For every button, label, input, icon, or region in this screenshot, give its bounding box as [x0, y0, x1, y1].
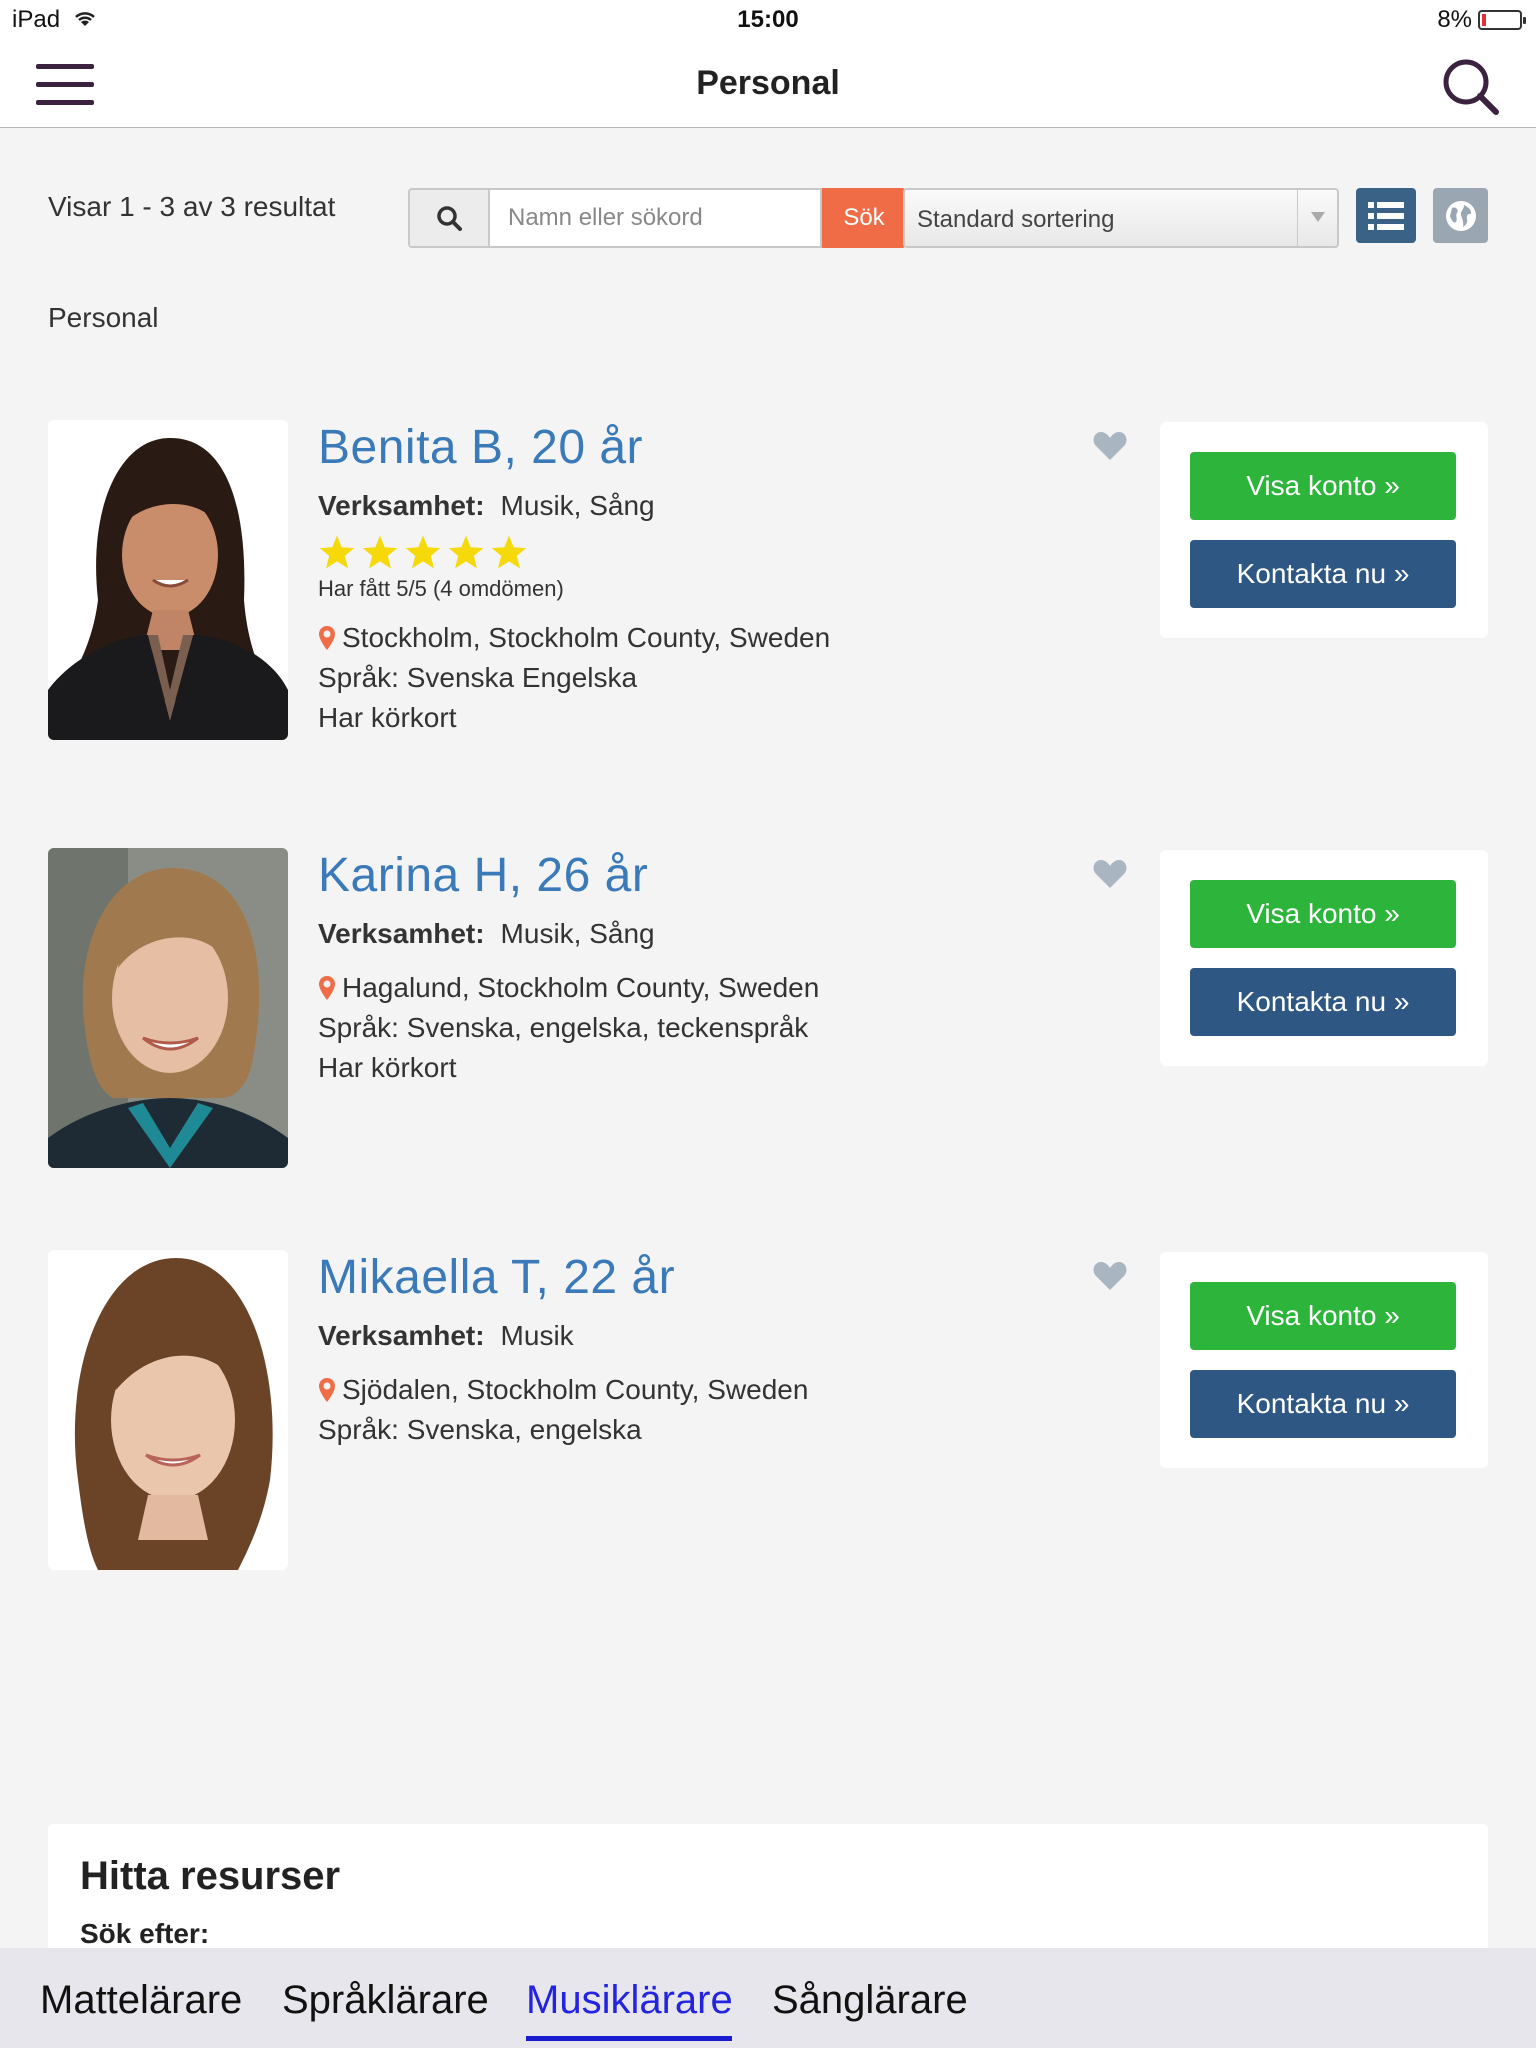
profile-photo[interactable] [48, 1250, 288, 1570]
profile-name-link[interactable]: Mikaella T, 22 år [318, 1250, 1118, 1310]
profile-name-link[interactable]: Karina H, 26 år [318, 848, 1118, 908]
tab-mattelarare[interactable]: Mattelärare [40, 1978, 242, 2023]
active-tab-indicator [526, 2036, 732, 2041]
contact-button[interactable]: Kontakta nu » [1190, 1370, 1456, 1438]
search-icon[interactable] [1438, 54, 1502, 118]
profile-info: Benita B, 20 år Verksamhet: Musik, Sång H… [318, 420, 1118, 738]
location-text: Stockholm, Stockholm County, Sweden [342, 622, 831, 653]
rating-stars [318, 530, 1118, 574]
search-button[interactable]: Sök [822, 188, 906, 248]
chevron-down-icon [1297, 190, 1337, 246]
profile-info: Karina H, 26 år Verksamhet: Musik, Sång H… [318, 848, 1118, 1088]
verksamhet-value: Musik, Sång [500, 490, 655, 521]
license-text: Har körkort [318, 1052, 457, 1083]
section-label: Personal [48, 302, 159, 333]
tab-sanglarare[interactable]: Sånglärare [772, 1978, 968, 2023]
page-title: Personal [696, 64, 840, 102]
verksamhet-row: Verksamhet: Musik, Sång [318, 486, 1118, 526]
location-row: Sjödalen, Stockholm County, Sweden [318, 1370, 1118, 1410]
verksamhet-label: Verksamhet: [318, 918, 485, 949]
tab-spraklarare[interactable]: Språklärare [282, 1978, 489, 2023]
battery-icon [1478, 10, 1526, 30]
verksamhet-row: Verksamhet: Musik, Sång [318, 914, 1118, 954]
search-input[interactable] [490, 188, 822, 248]
clock: 15:00 [737, 6, 799, 33]
view-account-button[interactable]: Visa konto » [1190, 880, 1456, 948]
view-account-button[interactable]: Visa konto » [1190, 452, 1456, 520]
map-pin-icon [319, 1378, 335, 1402]
location-text: Sjödalen, Stockholm County, Sweden [342, 1374, 809, 1405]
location-text: Hagalund, Stockholm County, Sweden [342, 972, 820, 1003]
contact-button[interactable]: Kontakta nu » [1190, 540, 1456, 608]
search-icon[interactable] [408, 188, 490, 248]
heart-icon[interactable] [1092, 430, 1128, 462]
list-view-icon[interactable] [1356, 188, 1416, 243]
language-text: Språk: Svenska, engelska [318, 1414, 642, 1445]
action-card: Visa konto » Kontakta nu » [1160, 1252, 1488, 1468]
location-row: Stockholm, Stockholm County, Sweden [318, 618, 1118, 658]
nav-bar: Personal [0, 40, 1536, 128]
star-icon [448, 535, 484, 569]
rating-text: Har fått 5/5 (4 omdömen) [318, 576, 564, 601]
profile-photo[interactable] [48, 848, 288, 1168]
verksamhet-row: Verksamhet: Musik [318, 1316, 1118, 1356]
verksamhet-label: Verksamhet: [318, 1320, 485, 1351]
tab-musiklarare[interactable]: Musiklärare [526, 1978, 733, 2023]
sort-selected-value: Standard sortering [917, 206, 1115, 233]
search-group: Sök [408, 188, 906, 248]
battery-percent: 8% [1437, 6, 1472, 33]
find-resources-search-label: Sök efter: [80, 1918, 210, 1949]
contact-button[interactable]: Kontakta nu » [1190, 968, 1456, 1036]
profile-info: Mikaella T, 22 år Verksamhet: Musik Sjöda… [318, 1250, 1118, 1450]
action-card: Visa konto » Kontakta nu » [1160, 850, 1488, 1066]
license-text: Har körkort [318, 702, 457, 733]
language-text: Språk: Svenska, engelska, teckenspråk [318, 1012, 809, 1043]
location-row: Hagalund, Stockholm County, Sweden [318, 968, 1118, 1008]
star-icon [362, 535, 398, 569]
find-resources-title: Hitta resurser [80, 1854, 341, 1898]
star-icon [319, 535, 355, 569]
verksamhet-label: Verksamhet: [318, 490, 485, 521]
profile-photo[interactable] [48, 420, 288, 740]
star-icon [491, 535, 527, 569]
star-icon [405, 535, 441, 569]
tab-bar: Mattelärare Språklärare Musiklärare Sång… [0, 1948, 1536, 2048]
results-count: Visar 1 - 3 av 3 resultat [48, 191, 336, 222]
map-pin-icon [319, 626, 335, 650]
language-text: Språk: Svenska Engelska [318, 662, 638, 693]
profile-name-link[interactable]: Benita B, 20 år [318, 420, 1118, 480]
action-card: Visa konto » Kontakta nu » [1160, 422, 1488, 638]
heart-icon[interactable] [1092, 1260, 1128, 1292]
view-account-button[interactable]: Visa konto » [1190, 1282, 1456, 1350]
heart-icon[interactable] [1092, 858, 1128, 890]
map-pin-icon [319, 976, 335, 1000]
globe-icon[interactable] [1433, 188, 1488, 243]
verksamhet-value: Musik, Sång [500, 918, 655, 949]
sort-select[interactable]: Standard sortering [903, 188, 1339, 248]
status-bar: iPad 15:00 8% [0, 0, 1536, 40]
verksamhet-value: Musik [500, 1320, 574, 1351]
